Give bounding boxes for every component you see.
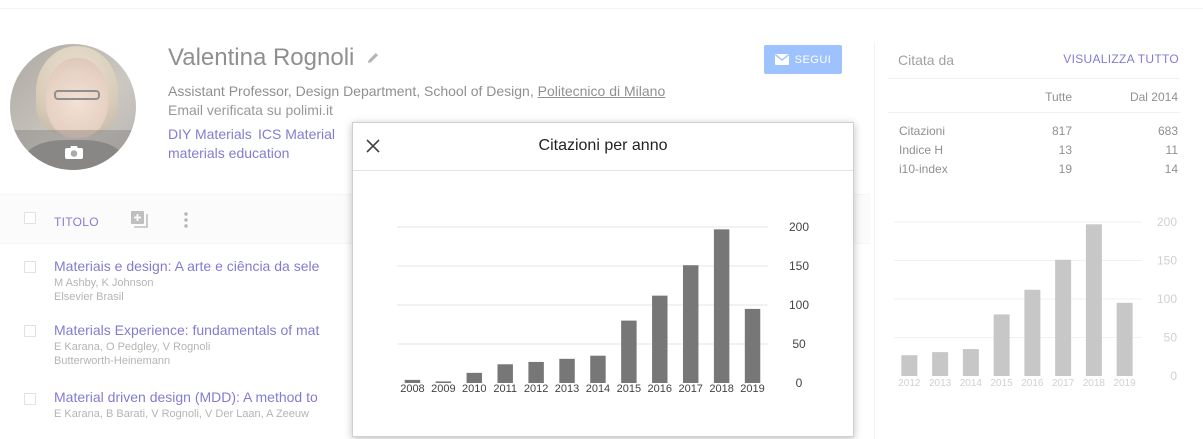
y-tick-label: 100: [789, 298, 809, 312]
bar: [652, 295, 668, 383]
dialog-header: Citazioni per anno: [353, 123, 853, 171]
x-tick-label: 2014: [586, 383, 610, 395]
y-tick-label: 200: [789, 220, 809, 234]
x-tick-label: 2018: [709, 383, 733, 395]
x-tick-label: 2010: [462, 383, 486, 395]
x-tick-label: 2012: [524, 383, 548, 395]
citations-per-year-dialog: Citazioni per anno 0 50 100 150 200 2008 2009 2…: [352, 122, 854, 437]
x-tick-label: 2009: [431, 383, 455, 395]
x-tick-label: 2019: [740, 383, 764, 395]
bar: [559, 358, 575, 383]
x-tick-label: 2016: [648, 383, 672, 395]
x-tick-label: 2017: [678, 383, 702, 395]
citations-chart: 0 50 100 150 200 2008 2009 2010 2011 2012 2013 2014…: [353, 171, 853, 436]
bar: [528, 361, 544, 383]
bar: [682, 265, 699, 383]
x-tick-label: 2011: [493, 383, 517, 395]
bar: [713, 229, 730, 383]
bar: [744, 308, 761, 383]
x-tick-label: 2013: [555, 383, 579, 395]
dialog-title: Citazioni per anno: [538, 137, 668, 154]
bar: [497, 364, 513, 383]
citations-chart-svg: 0 50 100 150 200 2008 2009 2010 2011 2012 2013 2014…: [397, 220, 809, 395]
y-tick-label: 50: [792, 337, 806, 351]
x-tick-label: 2015: [617, 383, 641, 395]
x-tick-label: 2008: [400, 383, 424, 395]
bar: [466, 372, 483, 383]
y-tick-label: 0: [796, 376, 803, 390]
y-tick-label: 150: [789, 259, 809, 273]
bar: [621, 320, 637, 383]
bar: [590, 355, 606, 383]
